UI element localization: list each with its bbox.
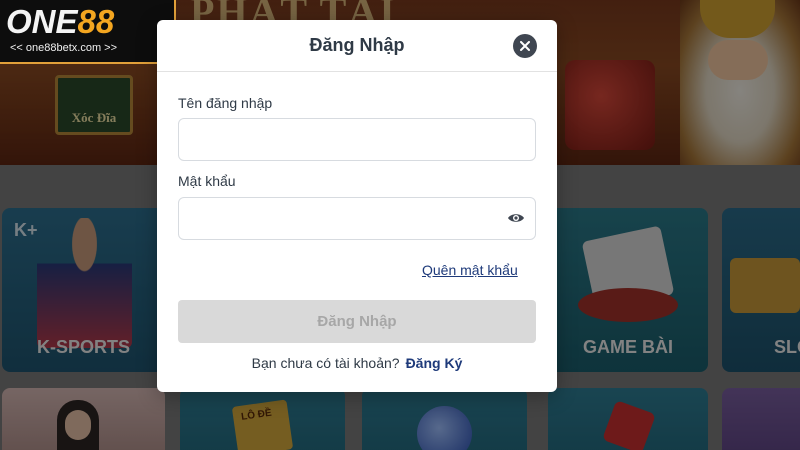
logo-text: ONE88: [6, 3, 114, 41]
close-button[interactable]: [513, 34, 537, 58]
logo-suffix: 88: [77, 3, 115, 40]
eye-icon[interactable]: [507, 210, 525, 226]
modal-header: Đăng Nhập: [157, 20, 557, 72]
close-icon: [520, 41, 530, 51]
logo-url: << one88betx.com >>: [10, 42, 118, 54]
register-link[interactable]: Đăng Ký: [406, 355, 463, 371]
register-prompt: Bạn chưa có tài khoản? Đăng Ký: [157, 355, 557, 371]
no-account-text: Bạn chưa có tài khoản?: [251, 355, 400, 371]
brand-logo[interactable]: ONE88 << one88betx.com >>: [0, 0, 176, 64]
modal-title: Đăng Nhập: [309, 35, 405, 55]
password-input[interactable]: [178, 197, 536, 240]
username-label: Tên đăng nhập: [178, 95, 273, 111]
logo-prefix: ONE: [6, 3, 78, 40]
login-submit-button[interactable]: Đăng Nhập: [178, 300, 536, 343]
forgot-password-link[interactable]: Quên mật khẩu: [422, 262, 518, 278]
password-label: Mật khẩu: [178, 173, 236, 189]
username-input[interactable]: [178, 118, 536, 161]
login-modal: Đăng Nhập Tên đăng nhập Mật khẩu Quên mậ…: [157, 20, 557, 392]
